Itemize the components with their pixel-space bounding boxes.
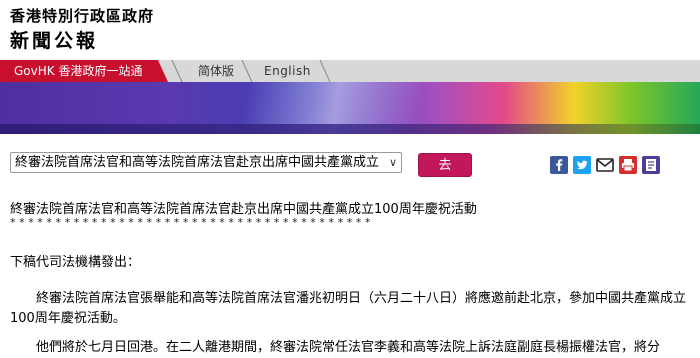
article-title: 終審法院首席法官和高等法院首席法官赴京出席中國共產黨成立100周年慶祝活動 (10, 202, 477, 217)
page-header: 香港特別行政區政府 新聞公報 (0, 0, 700, 60)
english-link[interactable]: English (264, 60, 311, 82)
banner-band (0, 124, 700, 134)
separator-line: **************************************** (10, 216, 374, 229)
bookmark-icon[interactable] (642, 156, 660, 174)
top-nav-bar: GovHK 香港政府一站通 简体版 English (0, 60, 700, 83)
press-release-select[interactable]: 終審法院首席法官和高等法院首席法官赴京出席中國共產黨成立100周年慶祝活動 ∨ (10, 152, 402, 173)
department-name: 香港特別行政區政府 (10, 7, 155, 25)
facebook-icon[interactable] (550, 156, 568, 174)
go-button[interactable]: 去 (418, 153, 472, 177)
article-paragraph-2: 他們將於七月日回港。在二人離港期間，終審法院常任法官李義和高等法院上訴法庭副庭長… (36, 340, 661, 355)
decorative-banner (0, 82, 700, 134)
chevron-down-icon: ∨ (388, 156, 397, 169)
article-paragraph-1: 終審法院首席法官張舉能和高等法院首席法官潘兆初明日（六月二十八日）將應邀前赴北京… (10, 291, 687, 326)
press-release-title: 新聞公報 (10, 30, 99, 52)
nav-separator-icon (171, 60, 183, 82)
nav-separator-icon (319, 60, 331, 82)
email-icon[interactable] (596, 156, 614, 174)
printer-icon[interactable] (619, 156, 637, 174)
simplified-chinese-link[interactable]: 简体版 (198, 60, 234, 82)
nav-separator-icon (241, 60, 253, 82)
twitter-icon[interactable] (573, 156, 591, 174)
select-current-value: 終審法院首席法官和高等法院首席法官赴京出席中國共產黨成立100周年慶祝活動 (15, 155, 380, 170)
govhk-link[interactable]: GovHK 香港政府一站通 (0, 60, 168, 82)
intro-line: 下稿代司法機構發出： (10, 255, 141, 270)
